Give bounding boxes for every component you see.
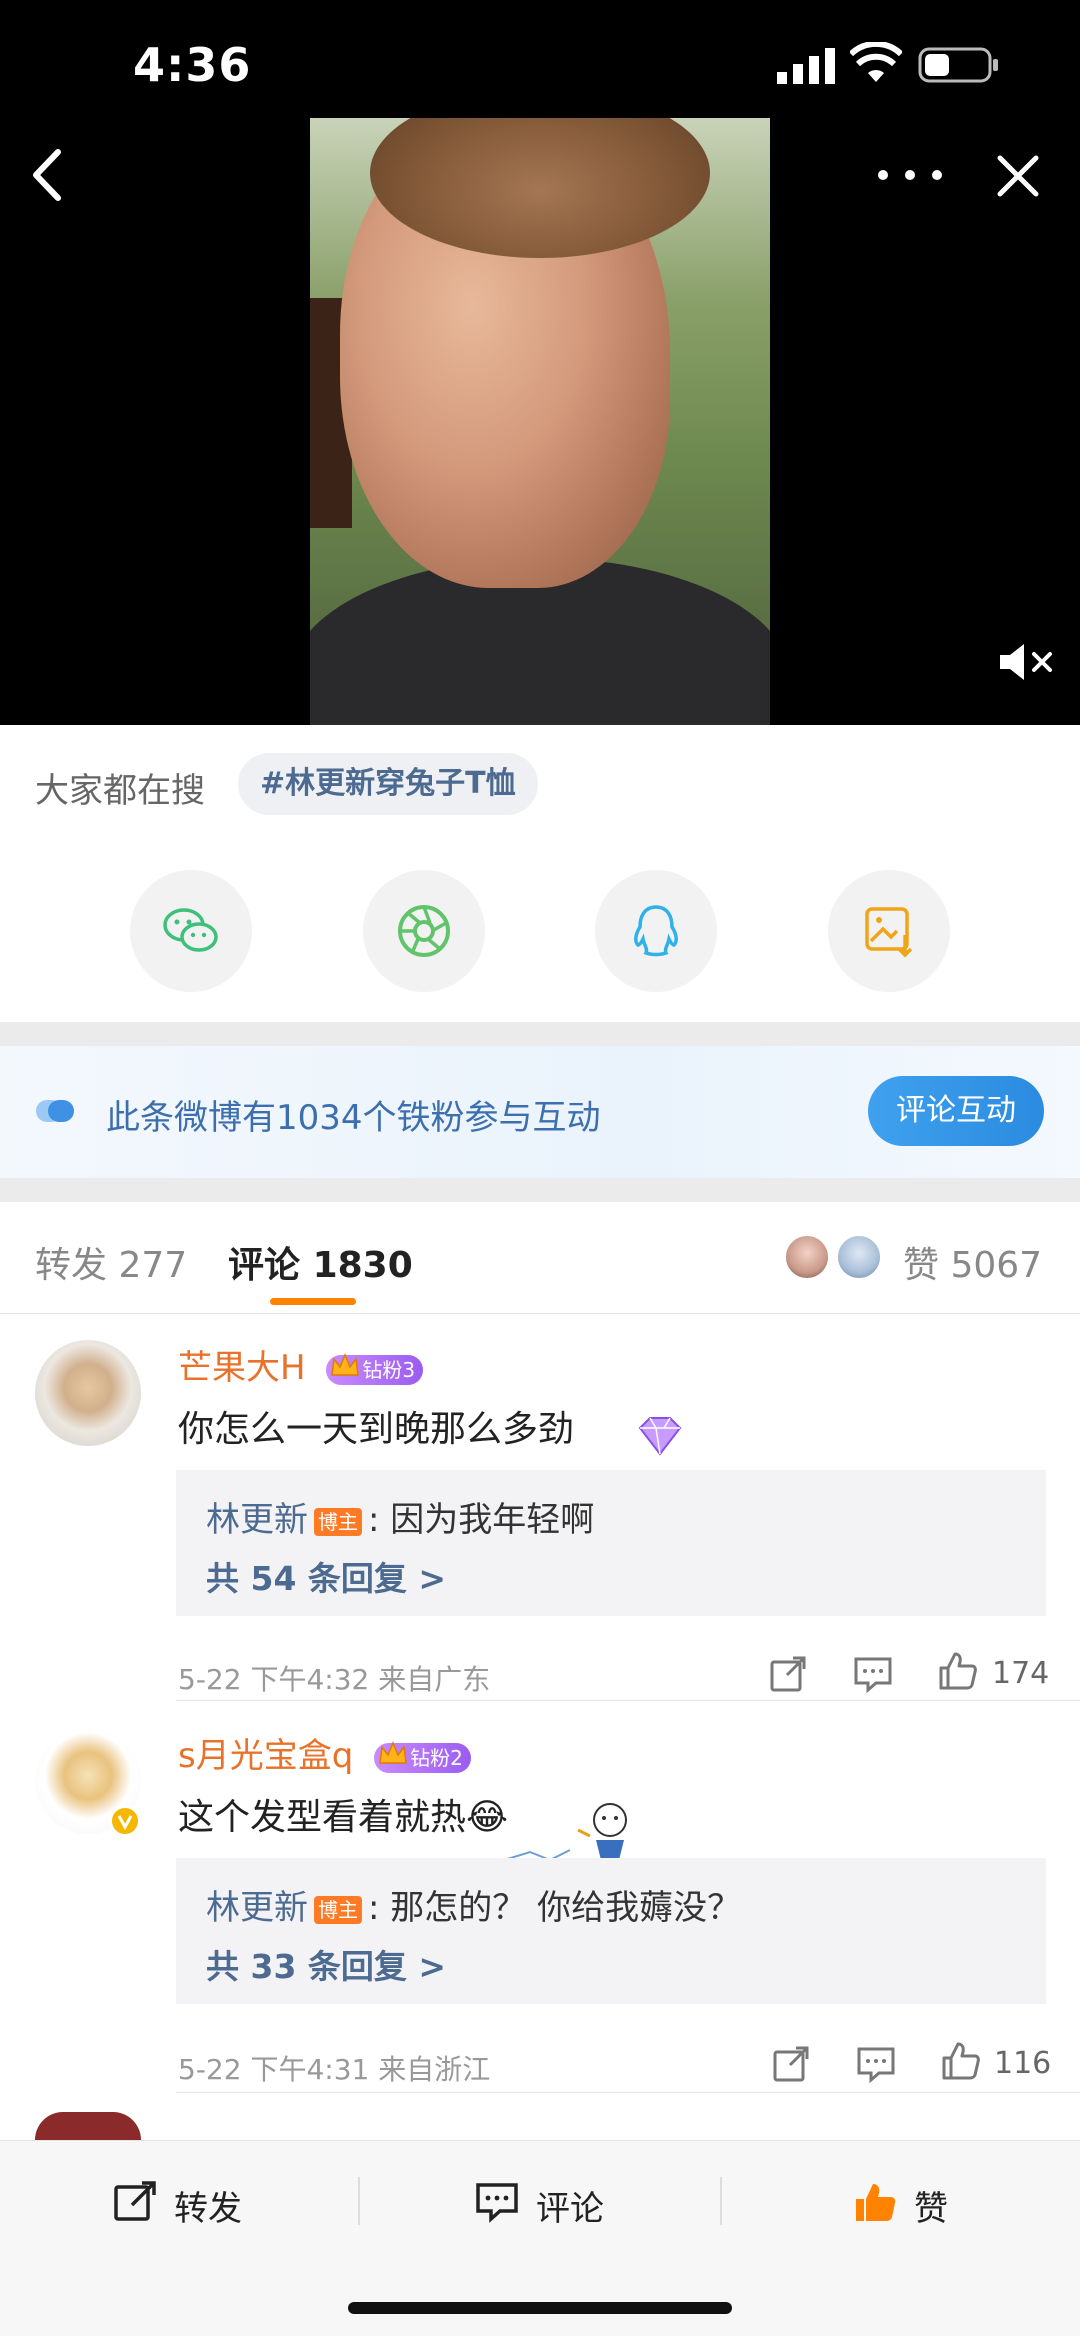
comment-username[interactable]: 芒果大H 钻粉3 (178, 1340, 424, 1389)
repost-button[interactable]: 转发 (112, 2173, 262, 2233)
tab-repost[interactable]: 转发 277 (35, 1236, 187, 1288)
tab-comment-count: 1830 (312, 1245, 413, 1286)
reply-preview[interactable]: 林更新 博主: 那怎的？ 你给我薅没？ 共 33 条回复 > (176, 1858, 1046, 2004)
crown-icon (331, 1352, 360, 1376)
comment-text: 这个发型看着就热😂 (178, 1797, 509, 1838)
fan-interaction-text: 此条微博有1034个铁粉参与互动 (106, 1098, 601, 1138)
repost-icon (114, 2181, 156, 2221)
repost-label: 转发 (174, 2189, 242, 2229)
share-icon[interactable] (767, 1653, 809, 1695)
reply-preview[interactable]: 林更新 博主: 因为我年轻啊 共 54 条回复 > (176, 1470, 1046, 1616)
video-area: 4:36 (0, 0, 1080, 725)
active-tab-indicator (270, 1298, 356, 1305)
host-badge: 博主 (314, 1895, 362, 1924)
comment-label: 评论 (536, 2189, 604, 2229)
fan-level-text: 钻粉2 (410, 1745, 463, 1770)
reply-text: : 因为我年轻啊 (368, 1500, 595, 1540)
share-qq-button[interactable] (595, 870, 717, 992)
avatar[interactable] (35, 2112, 141, 2140)
section-divider (0, 1178, 1080, 1202)
cellular-signal-icon (777, 48, 835, 84)
tab-repost-label: 转发 (35, 1245, 108, 1286)
tab-like-label: 赞 (903, 1245, 940, 1286)
moments-icon (398, 905, 450, 957)
comment-username-text: 芒果大H (178, 1348, 306, 1388)
crown-icon (379, 1740, 407, 1764)
qq-icon (634, 905, 678, 957)
more-icon[interactable] (875, 150, 945, 200)
like-icon[interactable] (940, 2040, 982, 2082)
save-image-button[interactable] (828, 870, 950, 992)
comment-username-text: s月光宝盒q (178, 1736, 354, 1776)
fan-level-badge: 钻粉3 (326, 1352, 424, 1385)
liker-avatar (784, 1234, 830, 1280)
tab-comment[interactable]: 评论 1830 (228, 1236, 413, 1288)
reply-author[interactable]: 林更新 (206, 1500, 308, 1540)
fan-badge-icon (36, 1100, 74, 1122)
comment-interaction-button[interactable]: 评论互动 (868, 1076, 1044, 1146)
share-row (0, 850, 1080, 1020)
comment-meta: 5-22 下午4:31 来自浙江 (178, 2053, 491, 2086)
tab-like[interactable]: 赞 5067 (903, 1236, 1042, 1288)
comment-icon (476, 2183, 518, 2223)
diamond-sticker-icon (638, 1417, 682, 1456)
wechat-icon (163, 908, 218, 952)
comment-item: 芒果大H 钻粉3 你怎么一天到晚那么多劲 林更新 博主: 因为我年轻啊 共 54 … (0, 1340, 1080, 1701)
comment-like-count: 174 (992, 1656, 1050, 1691)
comment-button[interactable]: 评论 (474, 2173, 624, 2233)
battery-icon (918, 47, 998, 83)
share-moments-button[interactable] (363, 870, 485, 992)
mute-icon[interactable] (996, 640, 1056, 684)
host-badge: 博主 (314, 1507, 362, 1536)
post-tabs: 转发 277 评论 1830 赞 5067 (0, 1202, 1080, 1314)
wifi-icon (850, 42, 902, 82)
comment-text: 你怎么一天到晚那么多劲 (178, 1409, 575, 1450)
bar-divider (358, 2177, 360, 2225)
reply-line: 林更新 博主: 那怎的？ 你给我薅没？ (206, 1880, 741, 1929)
close-icon[interactable] (990, 148, 1046, 204)
like-button[interactable]: 赞 (852, 2173, 972, 2233)
liker-avatar (836, 1234, 882, 1280)
comment-icon[interactable] (852, 1653, 894, 1695)
tab-repost-count: 277 (118, 1245, 188, 1286)
comment-divider (176, 2092, 1080, 2093)
fan-level-badge: 钻粉2 (374, 1740, 471, 1773)
share-icon[interactable] (770, 2043, 812, 2085)
verified-badge-icon (110, 1806, 140, 1836)
reply-count-link[interactable]: 共 33 条回复 > (206, 1940, 446, 1988)
tab-comment-label: 评论 (228, 1245, 301, 1286)
save-image-icon (865, 907, 913, 958)
reply-author[interactable]: 林更新 (206, 1888, 308, 1928)
status-bar: 4:36 (0, 0, 1080, 120)
reply-text: : 那怎的？ 你给我薅没？ (368, 1888, 742, 1928)
avatar[interactable] (35, 1340, 141, 1446)
comment-username[interactable]: s月光宝盒q 钻粉2 (178, 1728, 471, 1777)
share-wechat-button[interactable] (130, 870, 252, 992)
trending-search-label: 大家都在搜 (35, 771, 205, 811)
comment-meta: 5-22 下午4:32 来自广东 (178, 1663, 491, 1696)
comment-divider (176, 1700, 1080, 1701)
trending-tag-chip[interactable]: #林更新穿兔子T恤 (238, 753, 538, 815)
bar-divider (720, 2177, 722, 2225)
reply-line: 林更新 博主: 因为我年轻啊 (206, 1492, 594, 1541)
section-divider (0, 1022, 1080, 1046)
home-indicator[interactable] (348, 2302, 732, 2314)
reply-count-link[interactable]: 共 54 条回复 > (206, 1552, 446, 1600)
back-icon[interactable] (22, 140, 72, 210)
comment-icon[interactable] (855, 2043, 897, 2085)
comment-item: s月光宝盒q 钻粉2 这个发型看着就热😂 林更新 博主: 那怎的？ 你给我薅没？ … (0, 1728, 1080, 2098)
like-label: 赞 (914, 2189, 948, 2229)
tab-like-count: 5067 (950, 1245, 1043, 1286)
like-icon[interactable] (937, 1650, 979, 1692)
trending-search-row: 大家都在搜 #林更新穿兔子T恤 (0, 725, 1080, 850)
fan-interaction-banner: 此条微博有1034个铁粉参与互动 评论互动 (0, 1046, 1080, 1178)
like-icon (856, 2184, 896, 2221)
video-player[interactable] (310, 118, 770, 725)
fan-level-text: 钻粉3 (362, 1357, 416, 1382)
comment-like-count: 116 (994, 2046, 1052, 2081)
status-time: 4:36 (133, 38, 252, 92)
